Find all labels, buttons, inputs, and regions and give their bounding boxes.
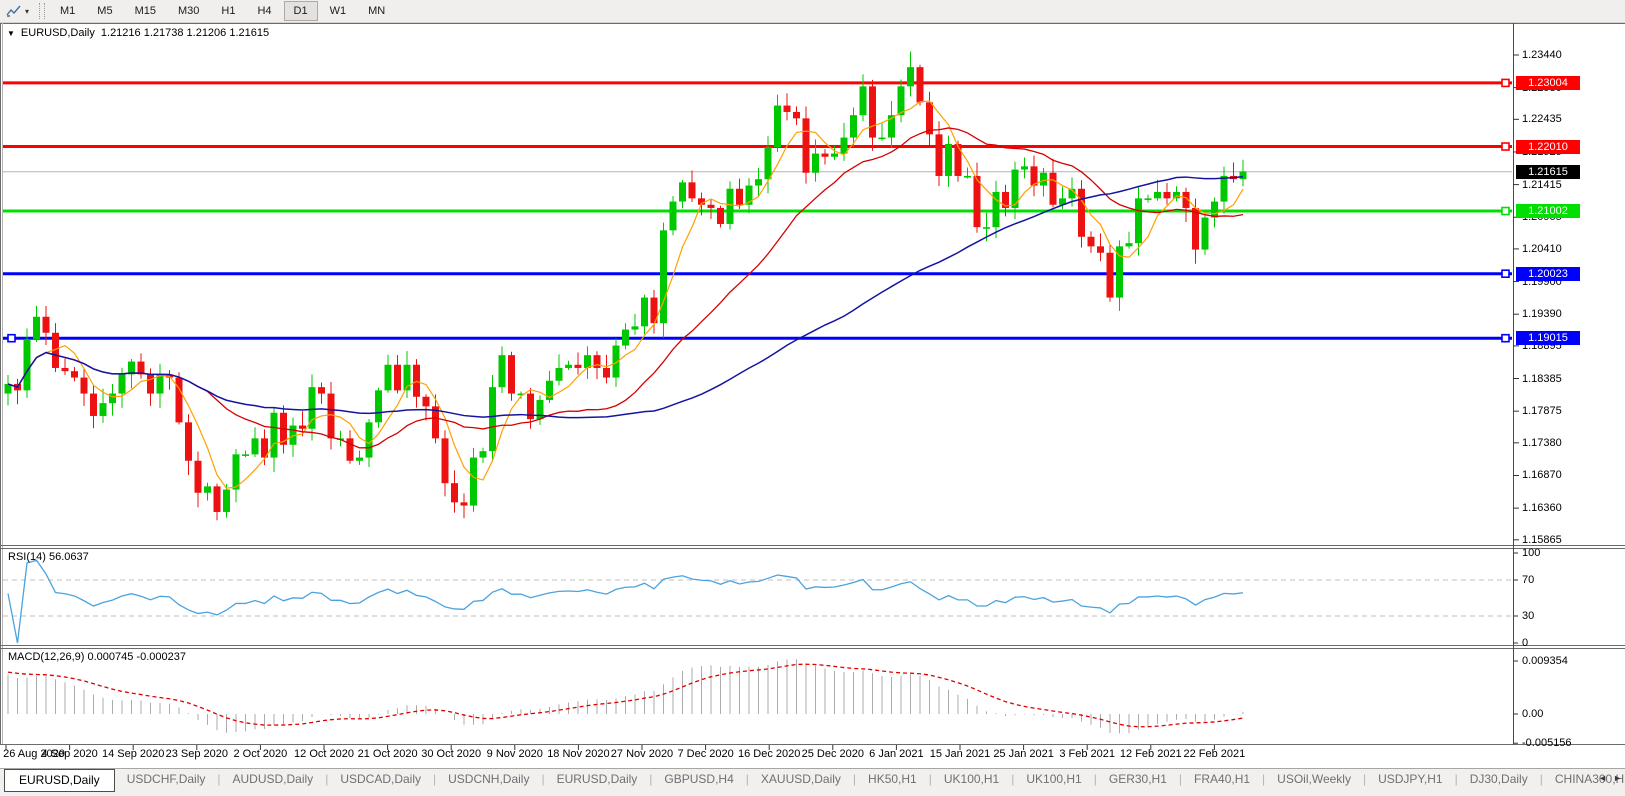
symbol-tab-ger30-h1[interactable]: GER30,H1 — [1097, 769, 1179, 790]
rsi-panel — [3, 560, 1513, 643]
tab-scroll-right-icon[interactable]: ► — [1613, 773, 1622, 783]
symbol-tab-usdchf-daily[interactable]: USDCHF,Daily — [115, 769, 218, 790]
timeframe-button-mn[interactable]: MN — [358, 1, 395, 21]
price-axis-tick: 1.18385 — [1522, 373, 1562, 385]
symbol-tab-eurusd-daily[interactable]: EURUSD,Daily — [4, 769, 115, 792]
rsi-axis-tick: 30 — [1522, 610, 1534, 622]
price-axis-tick: 1.15865 — [1522, 534, 1562, 546]
price-axis-tick: 1.16360 — [1522, 502, 1562, 514]
symbol-tab-gbpusd-h4[interactable]: GBPUSD,H4 — [652, 769, 745, 790]
macd-axis-tick: 0.00 — [1522, 708, 1543, 720]
price-axis-tick: 1.17875 — [1522, 405, 1562, 417]
price-axis-tick: 1.20410 — [1522, 243, 1562, 255]
timeframe-button-m1[interactable]: M1 — [50, 1, 85, 21]
symbol-tab-usdcad-daily[interactable]: USDCAD,Daily — [328, 769, 433, 790]
macd-axis-tick: 0.009354 — [1522, 655, 1568, 667]
macd-panel — [8, 659, 1243, 733]
symbol-tab-fra40-h1[interactable]: FRA40,H1 — [1182, 769, 1262, 790]
symbol-tab-xauusd-daily[interactable]: XAUUSD,Daily — [749, 769, 853, 790]
date-axis-label: 22 Feb 2021 — [1176, 748, 1252, 760]
price-axis-tick: 1.19390 — [1522, 308, 1562, 320]
chevron-down-icon[interactable]: ▾ — [25, 7, 29, 16]
price-axis-tick: 1.22435 — [1522, 113, 1562, 125]
chart-symbol-label: EURUSD,Daily — [21, 27, 95, 39]
symbol-tab-uk100-h1[interactable]: UK100,H1 — [932, 769, 1011, 790]
timeframe-button-h1[interactable]: H1 — [211, 1, 245, 21]
timeframe-toolbar: ▾ M1M5M15M30H1H4D1W1MN — [0, 0, 1625, 23]
symbol-tab-hk50-h1[interactable]: HK50,H1 — [856, 769, 929, 790]
chart-cursor-icon — [6, 4, 22, 18]
timeframe-buttons: M1M5M15M30H1H4D1W1MN — [49, 1, 396, 21]
main-panel — [3, 51, 1513, 520]
symbol-tab-usdcnh-daily[interactable]: USDCNH,Daily — [436, 769, 541, 790]
timeframe-button-d1[interactable]: D1 — [284, 1, 318, 21]
price-level-label: 1.23004 — [1516, 76, 1580, 90]
price-level-label: 1.21002 — [1516, 204, 1580, 218]
symbol-tab-dj30-daily[interactable]: DJ30,Daily — [1458, 769, 1540, 790]
price-axis-tick: 1.17380 — [1522, 437, 1562, 449]
symbol-tab-bar: EURUSD,DailyUSDCHF,Daily|AUDUSD,Daily|US… — [0, 768, 1625, 796]
macd-axis-tick: -0.005156 — [1522, 737, 1572, 749]
tab-scroll-left-icon[interactable]: ◄ — [1598, 773, 1607, 783]
tab-scroll-controls: ◄ ► — [1598, 773, 1622, 783]
chart-title: ▼ EURUSD,Daily 1.21216 1.21738 1.21206 1… — [7, 27, 269, 39]
timeframe-button-h4[interactable]: H4 — [247, 1, 281, 21]
chart-canvas[interactable] — [0, 23, 1625, 768]
price-axis-tick: 1.16870 — [1522, 469, 1562, 481]
toolbar-grip[interactable] — [39, 3, 45, 19]
chart-ohlc-values: 1.21216 1.21738 1.21206 1.21615 — [101, 27, 269, 39]
price-axis-tick: 1.21415 — [1522, 179, 1562, 191]
macd-indicator-label: MACD(12,26,9) 0.000745 -0.000237 — [8, 651, 186, 663]
symbol-tab-uk100-h1[interactable]: UK100,H1 — [1014, 769, 1093, 790]
symbol-tab-usoil-weekly[interactable]: USOil,Weekly — [1265, 769, 1363, 790]
rsi-axis-tick: 70 — [1522, 574, 1534, 586]
price-axis-tick: 1.23440 — [1522, 49, 1562, 61]
timeframe-button-m30[interactable]: M30 — [168, 1, 209, 21]
rsi-axis-tick: 0 — [1522, 637, 1528, 649]
price-level-label: 1.22010 — [1516, 140, 1580, 154]
price-level-label: 1.20023 — [1516, 267, 1580, 281]
chart-tool-button[interactable]: ▾ — [2, 2, 33, 20]
timeframe-button-w1[interactable]: W1 — [320, 1, 357, 21]
symbol-tab-audusd-daily[interactable]: AUDUSD,Daily — [221, 769, 326, 790]
price-level-label: 1.19015 — [1516, 331, 1580, 345]
symbol-tab-eurusd-daily[interactable]: EURUSD,Daily — [545, 769, 650, 790]
timeframe-button-m5[interactable]: M5 — [87, 1, 122, 21]
current-price-label: 1.21615 — [1516, 165, 1580, 179]
timeframe-button-m15[interactable]: M15 — [125, 1, 166, 21]
collapse-arrow-icon[interactable]: ▼ — [7, 29, 15, 38]
symbol-tab-usdjpy-h1[interactable]: USDJPY,H1 — [1366, 769, 1454, 790]
rsi-axis-tick: 100 — [1522, 547, 1540, 559]
rsi-indicator-label: RSI(14) 56.0637 — [8, 551, 89, 563]
